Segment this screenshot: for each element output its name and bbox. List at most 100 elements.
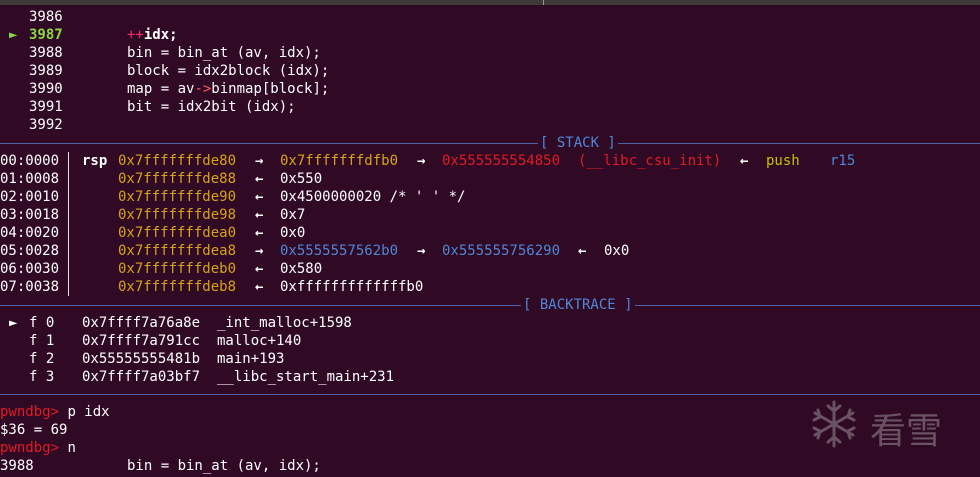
pointer-arrow-icon: → [255,153,264,169]
current-line-marker-icon: ► [9,27,18,43]
frame-address: 0x7ffff7a76a8e [82,315,201,331]
stack-row: 00:0000 rsp 0x7fffffffde80 → 0x7fffffffdfb0 →… [0,152,980,170]
stack-address: 0x7fffffffde90 [118,189,237,205]
frame-number: f 0 [29,315,55,331]
source-code: bin = bin_at (av, idx); [127,44,321,62]
line-number: 3988 [29,45,63,61]
console-line: 3988 bin = bin_at (av, idx); [0,457,980,475]
line-number: 3988 [0,458,34,474]
code-text: bin = bin_at (av, idx); [127,45,321,61]
selected-frame-marker-icon: ► [9,315,18,331]
source-line: 3986 [0,8,980,26]
stack-offset: 04:0020 [0,225,60,241]
stack-row: 06:0030 0x7fffffffdeb0 ← 0x580 [0,260,980,278]
frame-number: f 1 [29,333,55,349]
stack-offset: 07:0038 [0,279,60,295]
stack-address: 0x7fffffffdeb8 [118,279,237,295]
source-line: 3990 map = av->binmap[block]; [0,80,980,98]
console-prompt: pwndbg> [0,404,60,420]
backtrace-row: f 2 0x55555555481b main+193 [0,350,980,368]
source-code: map = av->binmap[block]; [127,80,329,98]
watermark: 看雪 [808,398,968,452]
frame-address: 0x7ffff7a791cc [82,333,201,349]
pointer-arrow-icon: ← [255,261,264,277]
stack-value: push [766,153,800,169]
register-name: r15 [830,153,856,169]
stack-register: rsp [82,153,108,169]
source-line: 3989 block = idx2block (idx); [0,62,980,80]
pointer-arrow-icon: ← [740,153,749,169]
watermark-text: 看雪 [870,411,943,452]
frame-symbol: __libc_start_main+231 [217,369,395,385]
code-text: bit = idx2bit (idx); [127,99,296,115]
stack-value: 0x555555756290 [442,243,561,259]
frame-address: 0x7ffff7a03bf7 [82,369,201,385]
source-line: ► 3987 ++idx; [0,26,980,44]
pointer-arrow-icon: ← [255,171,264,187]
backtrace-separator [0,305,980,306]
console-command: p idx [59,404,110,420]
stack-address: 0x7fffffffdea0 [118,225,237,241]
stack-value: 0x0 [280,225,306,241]
backtrace-row: f 1 0x7ffff7a791cc malloc+140 [0,332,980,350]
stack-separator [0,143,980,144]
stack-offset: 03:0018 [0,207,60,223]
frame-number: f 3 [29,369,55,385]
stack-row: 03:0018 0x7fffffffde98 ← 0x7 [0,206,980,224]
pointer-arrow-icon: ← [255,225,264,241]
stack-row: 05:0028 0x7fffffffdea8 → 0x5555557562b0 → 0x5… [0,242,980,260]
source-code: bin = bin_at (av, idx); [127,458,321,474]
stack-address: 0x7fffffffde98 [118,207,237,223]
frame-symbol: _int_malloc+1598 [217,315,352,331]
stack-value: 0xfffffffffffffb0 [280,279,424,295]
window-top-bar [0,0,980,5]
source-line: 3992 [0,116,980,134]
stack-offset: 05:0028 [0,243,60,259]
pointer-arrow-icon: → [255,243,264,259]
backtrace-row: ► f 0 0x7ffff7a76a8e _int_malloc+1598 [0,314,980,332]
stack-value: 0x5555557562b0 [280,243,399,259]
code-text: binmap[block]; [211,81,330,97]
source-code: ++idx; [127,26,178,44]
console-separator [0,394,980,395]
console-prompt: pwndbg> [0,440,60,456]
source-code: block = idx2block (idx); [127,62,329,80]
stack-value: 0x7fffffffdfb0 [280,153,399,169]
stack-value: 0x555555554850 [442,153,561,169]
source-line: 3991 bit = idx2bit (idx); [0,98,980,116]
stack-label: [ STACK ] [538,134,618,152]
frame-symbol: malloc+140 [217,333,302,349]
stack-offset: 00:0000 [0,153,60,169]
stack-offset: 01:0008 [0,171,60,187]
operator: -> [194,81,212,97]
line-number: 3990 [29,81,63,97]
stack-value: 0x580 [280,261,323,277]
stack-address: 0x7fffffffde88 [118,171,237,187]
backtrace-row: f 3 0x7ffff7a03bf7 __libc_start_main+231 [0,368,980,386]
backtrace-label: [ BACKTRACE ] [521,296,635,314]
code-text: idx; [143,27,178,43]
stack-address: 0x7fffffffdeb0 [118,261,237,277]
stack-row: 02:0010 0x7fffffffde90 ← 0x4500000020 /* ' … [0,188,980,206]
pointer-arrow-icon: ← [255,189,264,205]
pointer-arrow-icon: ← [578,243,587,259]
console-command: n [59,440,76,456]
source-line: 3988 bin = bin_at (av, idx); [0,44,980,62]
symbol-name: (__libc_csu_init) [578,153,722,169]
stack-row: 04:0020 0x7fffffffdea0 ← 0x0 [0,224,980,242]
stack-value: 0x550 [280,171,323,187]
line-number: 3987 [29,27,63,43]
stack-offset: 06:0030 [0,261,60,277]
stack-value: 0x4500000020 /* ' ' */ [280,189,466,205]
frame-number: f 2 [29,351,55,367]
stack-value: 0x0 [604,243,630,259]
line-number: 3989 [29,63,63,79]
frame-symbol: main+193 [217,351,285,367]
frame-address: 0x55555555481b [82,351,201,367]
pointer-arrow-icon: ← [255,207,264,223]
console-output: $36 = 69 [0,422,68,438]
stack-address: 0x7fffffffde80 [118,153,237,169]
stack-address: 0x7fffffffdea8 [118,243,237,259]
line-number: 3986 [29,9,63,25]
stack-row: 01:0008 0x7fffffffde88 ← 0x550 [0,170,980,188]
